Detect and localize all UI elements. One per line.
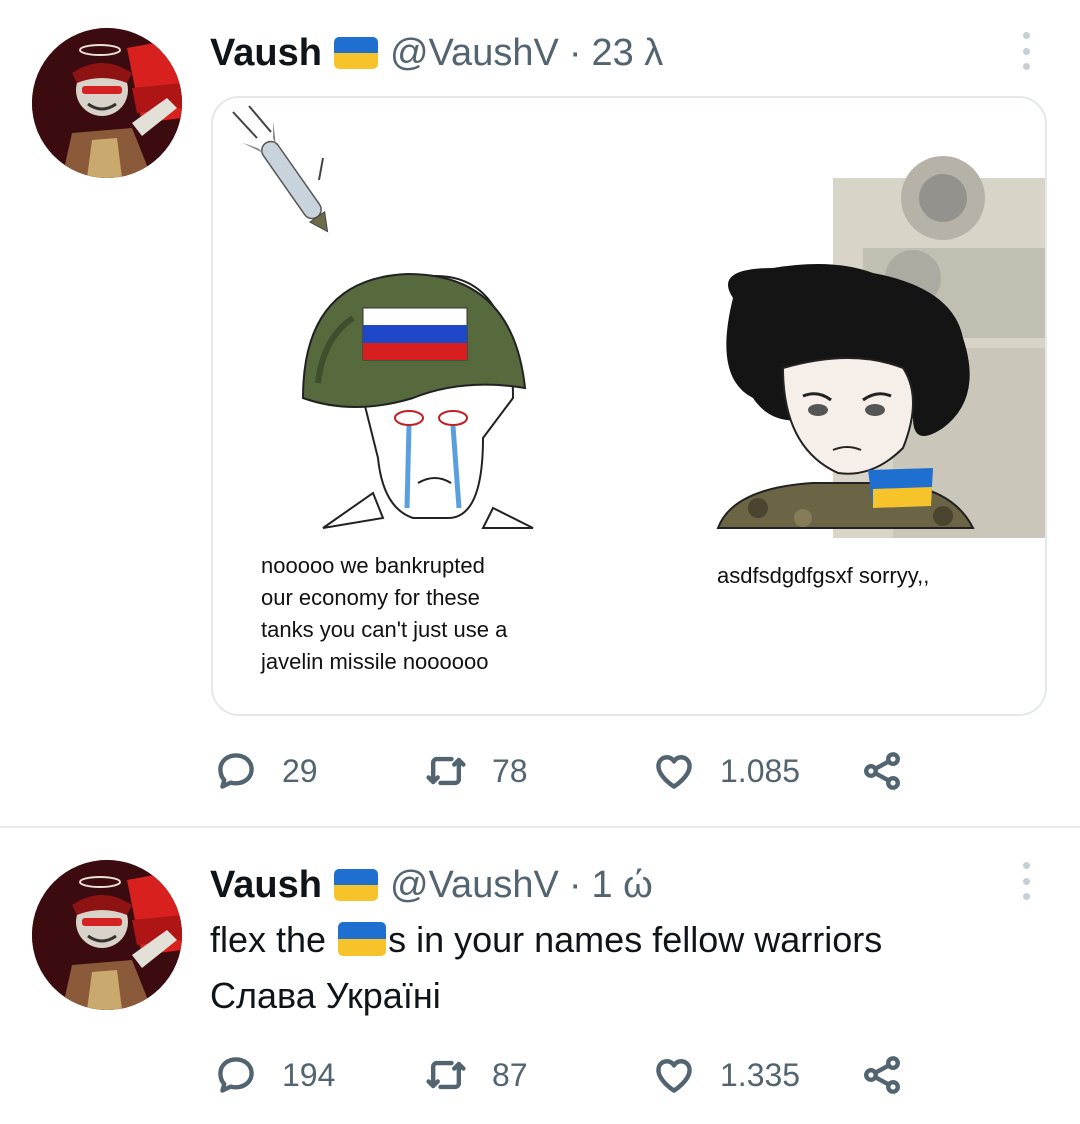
author-name[interactable]: Vaush (210, 32, 322, 75)
author-handle[interactable]: @VaushV (390, 32, 559, 75)
avatar-image (32, 860, 182, 1010)
tweet[interactable]: Vaush @VaushV · 1 ώ flex the s in your n… (0, 828, 1080, 1124)
retweet-icon (426, 1060, 466, 1090)
reply-button[interactable]: 29 (214, 746, 318, 796)
tweet-actions: 29 78 1.085 (214, 746, 934, 796)
share-button[interactable] (860, 1050, 904, 1100)
heart-icon (656, 1059, 692, 1093)
author-name[interactable]: Vaush (210, 864, 322, 907)
reply-button[interactable]: 194 (214, 1050, 335, 1100)
share-icon (864, 752, 900, 790)
more-options-icon[interactable] (1020, 32, 1032, 70)
tweet-text-segment: s in your names fellow warriors (388, 919, 883, 960)
ukraine-flag-icon (338, 922, 387, 956)
retweet-button[interactable]: 87 (424, 1050, 528, 1100)
avatar-image (32, 28, 182, 178)
tweet-text-segment: flex the (210, 919, 337, 960)
heart-icon (656, 755, 692, 789)
share-icon (864, 1056, 900, 1094)
tweet-header: Vaush @VaushV · 1 ώ (210, 860, 653, 910)
tweet[interactable]: Vaush @VaushV · 23 λ nooooo we bankrupte… (0, 0, 1080, 826)
like-count: 1.335 (720, 1056, 801, 1093)
retweet-count: 87 (492, 1056, 528, 1093)
tweet-text: flex the s in your names fellow warriors… (210, 912, 882, 1024)
meme-caption-right: asdfsdgdfgsxf sorryy,, (717, 563, 930, 588)
share-button[interactable] (860, 746, 904, 796)
avatar[interactable] (32, 28, 182, 178)
timestamp[interactable]: 1 ώ (591, 864, 652, 907)
more-options-icon[interactable] (1020, 862, 1032, 900)
retweet-icon (426, 756, 466, 786)
tweet-text-line-2: Слава Україні (210, 975, 441, 1016)
meme-caption-left: nooooo we bankrupted our economy for the… (261, 553, 508, 674)
reply-count: 29 (282, 752, 318, 789)
retweet-count: 78 (492, 752, 528, 789)
like-button[interactable]: 1.085 (652, 746, 800, 796)
reply-icon (218, 1057, 254, 1093)
like-count: 1.085 (720, 752, 801, 789)
tweet-media-image[interactable]: nooooo we bankrupted our economy for the… (211, 96, 1047, 716)
timestamp[interactable]: 23 λ (591, 32, 663, 75)
separator-dot: · (568, 863, 582, 906)
separator-dot: · (568, 31, 582, 74)
reply-count: 194 (282, 1056, 336, 1093)
tweet-actions: 194 87 1.335 (214, 1050, 934, 1100)
like-button[interactable]: 1.335 (652, 1050, 800, 1100)
ukraine-flag-icon (333, 869, 378, 901)
reply-icon (218, 753, 254, 789)
retweet-button[interactable]: 78 (424, 746, 528, 796)
author-handle[interactable]: @VaushV (390, 864, 559, 907)
ukraine-flag-icon (333, 37, 378, 69)
tweet-text-line-1: flex the s in your names fellow warriors (210, 912, 882, 968)
tweet-header: Vaush @VaushV · 23 λ (210, 28, 663, 78)
avatar[interactable] (32, 860, 182, 1010)
